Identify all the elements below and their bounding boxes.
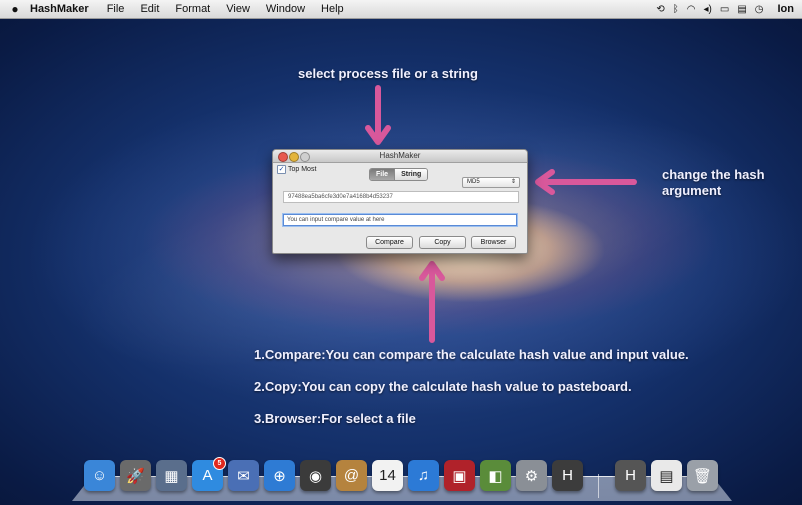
photo-booth-icon[interactable]: ▣ [444, 460, 475, 491]
menu-help[interactable]: Help [321, 3, 344, 15]
calendar-icon[interactable]: 14 [372, 460, 403, 491]
hashmaker-dock-icon[interactable]: H [552, 460, 583, 491]
annotation-top: select process file or a string [298, 66, 478, 81]
document-stack-icon[interactable]: ▤ [651, 460, 682, 491]
annotation-compare: 1.Compare:You can compare the calculate … [254, 347, 689, 362]
menu-bar: ● HashMaker File Edit Format View Window… [0, 0, 802, 19]
menu-file[interactable]: File [107, 3, 125, 15]
finder-icon[interactable]: ☺ [84, 460, 115, 491]
address-book-icon[interactable]: @ [336, 460, 367, 491]
apple-menu-icon[interactable]: ● [4, 2, 26, 16]
dock-separator [598, 474, 599, 498]
hashmaker-window: HashMaker ✓ Top Most File String MD5 ⇕ 9… [272, 149, 528, 254]
trash-icon[interactable]: 🗑 [687, 460, 718, 491]
input-flag-icon[interactable]: ▤ [737, 4, 746, 15]
checkmark-icon: ✓ [277, 165, 286, 174]
menu-view[interactable]: View [226, 3, 250, 15]
facetime-icon[interactable]: ◉ [300, 460, 331, 491]
select-arrows-icon: ⇕ [510, 179, 516, 185]
annotation-browser: 3.Browser:For select a file [254, 411, 416, 426]
mission-control-icon[interactable]: ▦ [156, 460, 187, 491]
algorithm-value: MD5 [467, 179, 480, 185]
itunes-icon[interactable]: ♫ [408, 460, 439, 491]
time-machine-icon[interactable]: ⟲ [656, 4, 664, 15]
volume-icon[interactable]: ◂) [704, 4, 712, 15]
top-most-label: Top Most [288, 166, 317, 173]
safari-icon[interactable]: ⊕ [264, 460, 295, 491]
segment-file[interactable]: File [370, 169, 395, 180]
copy-button[interactable]: Copy [419, 236, 466, 249]
hash-algorithm-select[interactable]: MD5 ⇕ [462, 177, 520, 188]
user-menu[interactable]: Ion [778, 3, 795, 15]
browser-button[interactable]: Browser [471, 236, 516, 249]
iphoto-icon[interactable]: ◧ [480, 460, 511, 491]
launchpad-icon[interactable]: 🚀 [120, 460, 151, 491]
menu-window[interactable]: Window [266, 3, 305, 15]
top-most-checkbox[interactable]: ✓ Top Most [277, 165, 316, 174]
hashmaker-stack-icon[interactable]: H [615, 460, 646, 491]
annotation-right-line2: argument [662, 183, 722, 198]
battery-icon[interactable]: ▭ [720, 4, 729, 15]
window-titlebar[interactable]: HashMaker [273, 150, 527, 163]
menu-edit[interactable]: Edit [140, 3, 159, 15]
menu-format[interactable]: Format [175, 3, 210, 15]
hash-output-field[interactable]: 97488ea5ba6cfe3d0e7a4168b4d53237 [283, 191, 519, 203]
dock: ☺ 🚀 ▦ A 5 ✉ ⊕ ◉ @14 ♫ ▣ ◧ ⚙ H H ▤ 🗑 [80, 456, 730, 498]
app-store-badge: 5 [213, 457, 226, 470]
annotation-copy: 2.Copy:You can copy the calculate hash v… [254, 379, 632, 394]
app-store-icon[interactable]: A5 [192, 457, 226, 491]
mail-icon[interactable]: ✉ [228, 460, 259, 491]
annotation-right-line1: change the hash [662, 167, 765, 182]
segment-string[interactable]: String [394, 169, 428, 180]
source-segmented-control: File String [369, 168, 429, 181]
bluetooth-icon[interactable]: ᛒ [673, 4, 679, 15]
system-preferences-icon[interactable]: ⚙ [516, 460, 547, 491]
wifi-icon[interactable]: ◠ [687, 4, 696, 15]
window-title: HashMaker [379, 151, 421, 160]
app-menu[interactable]: HashMaker [30, 3, 89, 15]
compare-button[interactable]: Compare [366, 236, 413, 249]
clock-icon[interactable]: ◷ [755, 4, 764, 15]
compare-input[interactable]: You can input compare value at here [283, 214, 517, 226]
menu-extras: ⟲ ᛒ ◠ ◂) ▭ ▤ ◷ Ion [656, 0, 794, 18]
